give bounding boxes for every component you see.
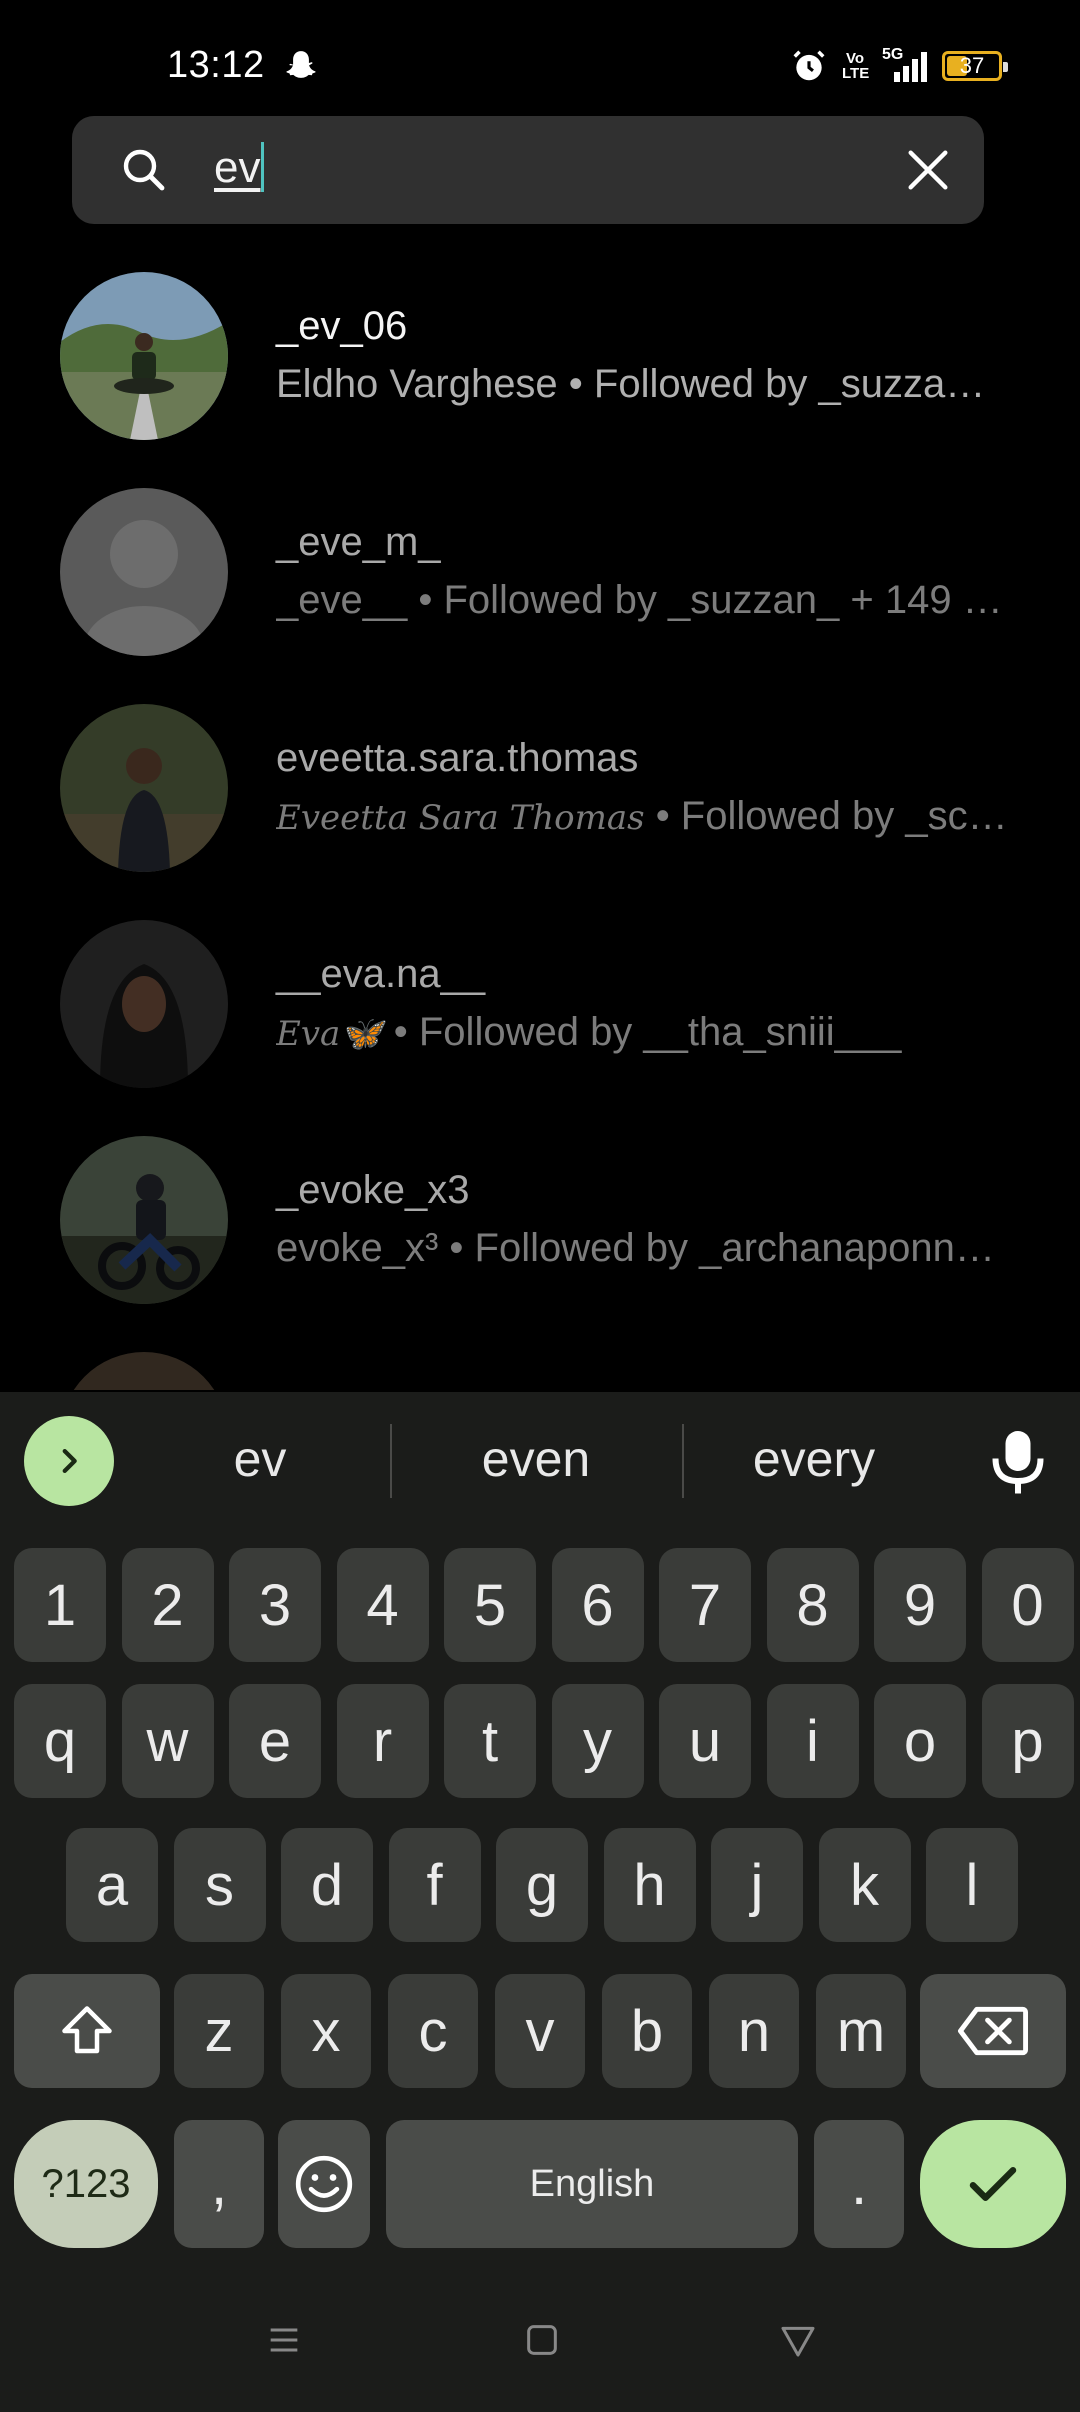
key-d[interactable]: d xyxy=(281,1828,373,1942)
key-z[interactable]: z xyxy=(174,1974,264,2088)
status-bar: 13:12 Vo LTE 5G 37 xyxy=(0,0,1080,110)
key-1[interactable]: 1 xyxy=(14,1548,106,1662)
result-fullname: Eveetta Sara Thomas xyxy=(276,798,645,838)
home-icon[interactable] xyxy=(522,2320,562,2360)
chevron-right-icon xyxy=(62,1448,77,1474)
key-i[interactable]: i xyxy=(766,1684,859,1798)
key-k[interactable]: k xyxy=(818,1828,911,1942)
5g-signal-icon: 5G xyxy=(882,46,928,84)
key-c[interactable]: c xyxy=(388,1974,478,2088)
battery-level: 37 xyxy=(959,53,985,78)
battery-icon: 37 xyxy=(942,51,1008,81)
enter-key[interactable] xyxy=(920,2120,1066,2248)
result-subtitle: Eldho Varghese • Followed by _suzza… xyxy=(276,362,986,406)
text-cursor xyxy=(261,142,265,192)
menu-icon[interactable] xyxy=(264,2320,304,2360)
key-7[interactable]: 7 xyxy=(659,1548,751,1662)
key-5[interactable]: 5 xyxy=(444,1548,536,1662)
key-r[interactable]: r xyxy=(336,1684,429,1798)
key-m[interactable]: m xyxy=(816,1974,906,2088)
key-3[interactable]: 3 xyxy=(229,1548,321,1662)
result-subtitle: Eva🦋 • Followed by __tha_sniii___ xyxy=(276,1010,902,1054)
key-b[interactable]: b xyxy=(602,1974,692,2088)
list-item[interactable]: eveetta.sara.thomas Eveetta Sara Thomas … xyxy=(0,702,1080,872)
result-username: _ev_06 xyxy=(276,304,408,348)
key-4[interactable]: 4 xyxy=(336,1548,429,1662)
list-item[interactable]: _eve_m_ _eve__ • Followed by _suzzan_ + … xyxy=(0,486,1080,656)
result-username: eveetta.sara.thomas xyxy=(276,736,639,780)
comma-key[interactable]: , xyxy=(174,2120,264,2248)
shift-key[interactable] xyxy=(14,1974,160,2088)
key-u[interactable]: u xyxy=(659,1684,751,1798)
key-g[interactable]: g xyxy=(496,1828,588,1942)
key-f[interactable]: f xyxy=(388,1828,481,1942)
volte-icon: Vo LTE xyxy=(842,50,870,82)
avatar xyxy=(60,1136,228,1304)
key-w[interactable]: w xyxy=(121,1684,214,1798)
list-item[interactable]: __eva.na__ Eva🦋 • Followed by __tha_snii… xyxy=(0,918,1080,1088)
list-item[interactable] xyxy=(0,1350,1080,1390)
key-6[interactable]: 6 xyxy=(551,1548,644,1662)
status-time: 13:12 xyxy=(167,44,265,86)
key-p[interactable]: p xyxy=(981,1684,1074,1798)
key-o[interactable]: o xyxy=(874,1684,966,1798)
result-subtitle: Eveetta Sara Thomas • Followed by _sc_… xyxy=(276,794,1016,838)
backspace-key[interactable] xyxy=(920,1974,1066,2088)
list-item[interactable]: _ev_06 Eldho Varghese • Followed by _suz… xyxy=(0,270,1080,440)
key-a[interactable]: a xyxy=(66,1828,158,1942)
suggestion-1[interactable]: ev xyxy=(140,1430,380,1488)
key-q[interactable]: q xyxy=(14,1684,106,1798)
period-key[interactable]: . xyxy=(814,2120,904,2248)
key-9[interactable]: 9 xyxy=(874,1548,966,1662)
expand-toolbar-button[interactable] xyxy=(24,1416,114,1506)
key-j[interactable]: j xyxy=(711,1828,803,1942)
key-n[interactable]: n xyxy=(709,1974,799,2088)
alarm-icon xyxy=(793,50,825,81)
key-y[interactable]: y xyxy=(551,1684,644,1798)
key-8[interactable]: 8 xyxy=(766,1548,859,1662)
backspace-icon xyxy=(957,2006,1029,2056)
suggestion-2[interactable]: even xyxy=(416,1430,656,1488)
key-h[interactable]: h xyxy=(603,1828,696,1942)
result-fullname: Eva🦋 xyxy=(276,1014,383,1054)
key-l[interactable]: l xyxy=(926,1828,1018,1942)
symbols-key[interactable]: ?123 xyxy=(14,2120,158,2248)
back-icon[interactable] xyxy=(778,2320,818,2360)
emoji-key[interactable] xyxy=(278,2120,370,2248)
space-key[interactable]: English xyxy=(386,2120,798,2248)
result-username: _eve_m_ xyxy=(276,520,441,564)
navigation-bar xyxy=(0,2290,1080,2410)
suggestion-3[interactable]: every xyxy=(694,1430,934,1488)
key-t[interactable]: t xyxy=(444,1684,536,1798)
key-v[interactable]: v xyxy=(495,1974,585,2088)
divider xyxy=(682,1424,684,1498)
search-bar[interactable]: ev xyxy=(72,116,984,224)
emoji-icon xyxy=(295,2155,353,2213)
list-item[interactable]: _evoke_x3 evoke_x³ • Followed by _archan… xyxy=(0,1134,1080,1304)
shift-icon xyxy=(62,2006,112,2054)
on-screen-keyboard: ev even every 1234567890 qwertyuiop asdf… xyxy=(0,1392,1080,2412)
clear-icon[interactable] xyxy=(902,144,954,196)
search-icon xyxy=(123,149,165,191)
suggestion-strip: ev even every xyxy=(0,1392,1080,1532)
result-subtitle: evoke_x³ • Followed by _archanaponn… xyxy=(276,1226,995,1270)
avatar xyxy=(60,488,228,656)
avatar xyxy=(60,272,228,440)
key-x[interactable]: x xyxy=(281,1974,371,2088)
key-e[interactable]: e xyxy=(229,1684,321,1798)
result-username: __eva.na__ xyxy=(276,952,486,996)
key-2[interactable]: 2 xyxy=(121,1548,214,1662)
search-input[interactable]: ev xyxy=(214,142,265,193)
key-s[interactable]: s xyxy=(173,1828,266,1942)
snapchat-icon xyxy=(286,51,316,78)
result-subtitle: _eve__ • Followed by _suzzan_ + 149 … xyxy=(276,578,1003,622)
avatar xyxy=(60,920,228,1088)
result-username: _evoke_x3 xyxy=(276,1168,470,1212)
divider xyxy=(390,1424,392,1498)
avatar xyxy=(60,704,228,872)
microphone-icon[interactable] xyxy=(988,1426,1048,1496)
avatar xyxy=(60,1352,228,1390)
key-0[interactable]: 0 xyxy=(981,1548,1074,1662)
checkmark-icon xyxy=(969,2167,1017,2201)
